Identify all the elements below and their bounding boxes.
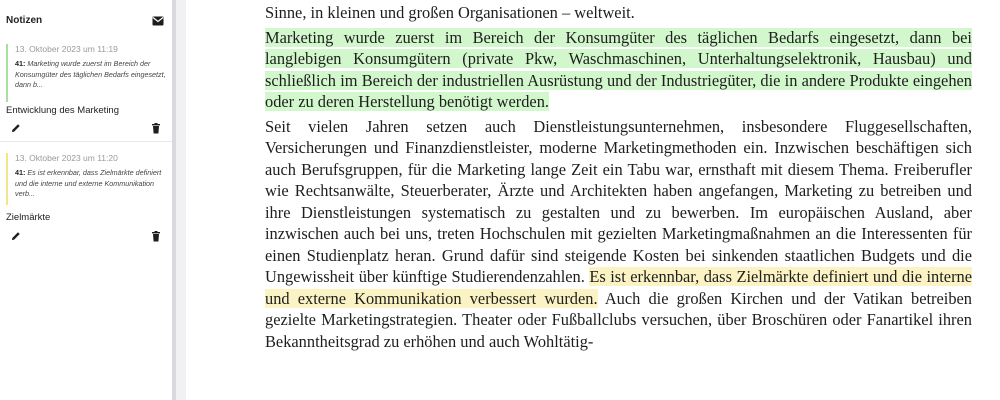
document-page: Sinne, in kleinen und großen Organisatio…	[186, 0, 1000, 400]
note-quote: 41: Es ist erkennbar, dass Zielmärkte de…	[15, 168, 175, 200]
note-title: Entwicklung des Marketing	[6, 105, 119, 116]
note-quote-text: Es ist erkennbar, dass Zielmärkte defini…	[15, 168, 162, 198]
paragraph-text: Seit vielen Jahren setzen auch Dienstlei…	[265, 116, 972, 287]
document-paragraph: Marketing wurde zuerst im Bereich der Ko…	[265, 27, 972, 113]
document-paragraph: Sinne, in kleinen und großen Organisatio…	[265, 2, 972, 24]
note-quote: 41: Marketing wurde zuerst im Bereich de…	[15, 59, 175, 91]
pencil-icon[interactable]	[11, 231, 21, 241]
sidebar-title: Notizen	[6, 15, 43, 26]
document-paragraph: Seit vielen Jahren setzen auch Dienstlei…	[265, 116, 973, 353]
note-page: 41:	[15, 168, 26, 177]
note-divider	[0, 141, 172, 142]
highlight-green[interactable]: Marketing wurde zuerst im Bereich der Ko…	[265, 27, 972, 111]
note-page: 41:	[15, 59, 26, 68]
notes-sidebar: Notizen 13. Oktober 2023 um 11:19 41: Ma…	[0, 0, 172, 400]
note-card[interactable]: 13. Oktober 2023 um 11:20 41: Es ist erk…	[6, 153, 175, 205]
note-item[interactable]: 13. Oktober 2023 um 11:19 41: Marketing …	[0, 44, 172, 139]
sidebar-scrollbar[interactable]	[172, 0, 186, 400]
note-date: 13. Oktober 2023 um 11:19	[15, 44, 118, 54]
note-quote-text: Marketing wurde zuerst im Bereich der Ko…	[15, 59, 166, 89]
paragraph-text: Sinne, in kleinen und großen Organisatio…	[265, 3, 635, 22]
trash-icon[interactable]	[151, 123, 161, 134]
sidebar-header: Notizen	[6, 15, 166, 31]
note-date: 13. Oktober 2023 um 11:20	[15, 153, 118, 163]
document-text: Sinne, in kleinen und großen Organisatio…	[265, 2, 973, 353]
pencil-icon[interactable]	[11, 123, 21, 133]
envelope-icon[interactable]	[152, 16, 164, 26]
note-title: Zielmärkte	[6, 212, 51, 223]
trash-icon[interactable]	[151, 231, 161, 242]
note-item[interactable]: 13. Oktober 2023 um 11:20 41: Es ist erk…	[0, 153, 172, 248]
scrollbar-track[interactable]	[172, 0, 176, 400]
note-card[interactable]: 13. Oktober 2023 um 11:19 41: Marketing …	[6, 44, 175, 102]
